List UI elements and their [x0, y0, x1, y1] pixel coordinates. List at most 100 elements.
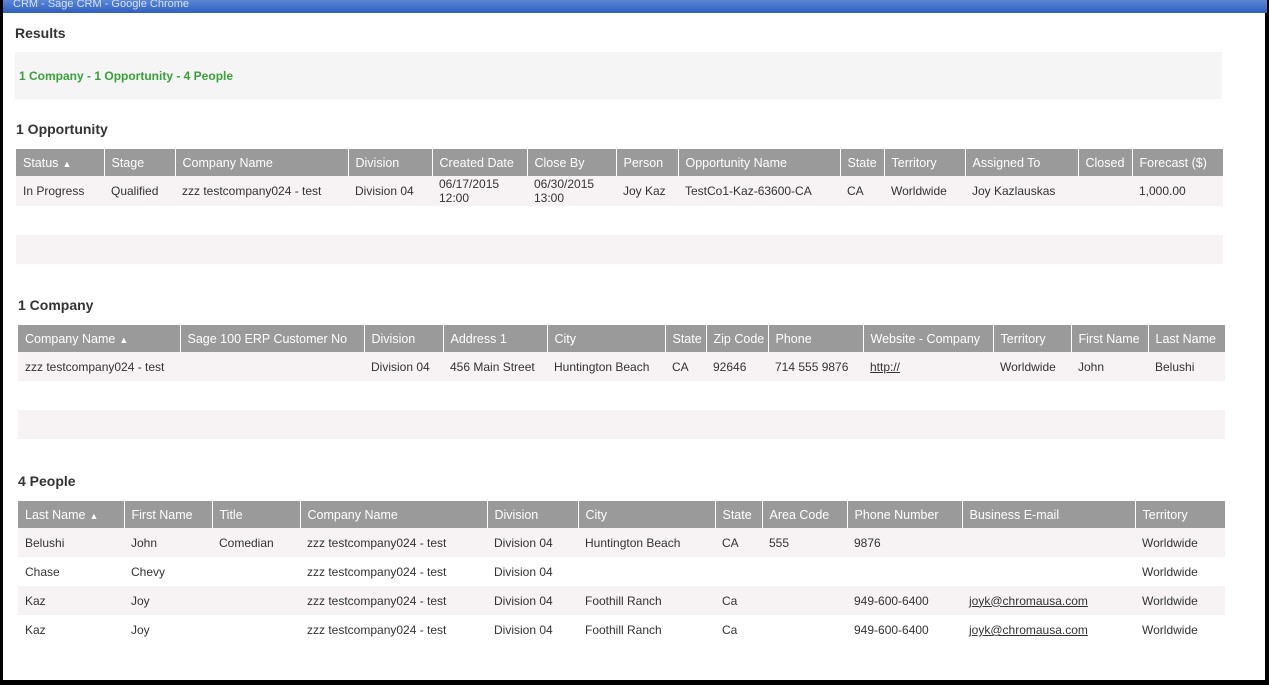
opp-col-division[interactable]: Division — [347, 149, 432, 176]
ppl-last-name-link[interactable]: Kaz — [18, 586, 124, 615]
ppl-state: Ca — [715, 586, 762, 615]
company-section-heading: 1 Company — [18, 297, 94, 313]
opp-territory: Worldwide — [884, 176, 965, 206]
co-name-link[interactable]: zzz testcompany024 - test — [18, 352, 180, 381]
opp-col-opportunity-name[interactable]: Opportunity Name — [677, 149, 840, 176]
sort-ascending-icon: ▲ — [62, 158, 72, 169]
ppl-email-link[interactable] — [962, 557, 1135, 586]
ppl-territory: Worldwide — [1135, 615, 1225, 645]
opp-col-state[interactable]: State — [839, 149, 884, 176]
opp-col-created-date[interactable]: Created Date — [431, 149, 527, 176]
ppl-company-link[interactable]: zzz testcompany024 - test — [300, 615, 487, 645]
ppl-city: Foothill Ranch — [578, 586, 715, 615]
ppl-company-link[interactable]: zzz testcompany024 - test — [300, 586, 487, 615]
opp-company-link[interactable]: zzz testcompany024 - test — [175, 176, 348, 206]
company-header-row: Company Name ▲ Sage 100 ERP Customer No D… — [18, 325, 1225, 352]
opp-col-close-by[interactable]: Close By — [526, 149, 616, 176]
co-col-company-name[interactable]: Company Name ▲ — [18, 325, 180, 352]
results-page: Results 1 Company - 1 Opportunity - 4 Pe… — [3, 13, 1265, 680]
empty-row — [18, 410, 1225, 439]
ppl-division-link[interactable]: Division 04 — [487, 557, 578, 586]
opp-col-status[interactable]: Status ▲ — [16, 149, 104, 176]
ppl-email-link[interactable]: joyk@chromausa.com — [962, 586, 1135, 615]
ppl-title — [212, 557, 300, 586]
opp-assigned-to: Joy Kazlauskas — [965, 176, 1078, 206]
opp-close-by-link[interactable]: 06/30/2015 13:00 — [527, 176, 616, 206]
ppl-col-city[interactable]: City — [577, 501, 715, 528]
ppl-col-division[interactable]: Division — [486, 501, 578, 528]
ppl-territory: Worldwide — [1135, 528, 1225, 557]
ppl-division-link[interactable]: Division 04 — [487, 586, 578, 615]
ppl-company-link[interactable]: zzz testcompany024 - test — [300, 557, 487, 586]
opp-state-link[interactable]: CA — [840, 176, 884, 206]
ppl-col-company-name[interactable]: Company Name — [299, 501, 487, 528]
ppl-phone: 9876 — [847, 528, 962, 557]
ppl-area-code — [762, 586, 847, 615]
opp-stage: Qualified — [104, 176, 175, 206]
co-zip: 92646 — [706, 352, 768, 381]
co-address-link[interactable]: 456 Main Street — [443, 352, 547, 381]
co-col-website[interactable]: Website - Company — [862, 325, 993, 352]
ppl-title — [212, 586, 300, 615]
ppl-territory: Worldwide — [1135, 586, 1225, 615]
ppl-col-business-email[interactable]: Business E-mail — [961, 501, 1135, 528]
opportunity-table: Status ▲ Stage Company Name Division Crea… — [16, 149, 1223, 264]
opp-col-company-name[interactable]: Company Name — [174, 149, 348, 176]
ppl-city — [578, 557, 715, 586]
co-city: Huntington Beach — [547, 352, 665, 381]
ppl-first-name: Joy — [124, 615, 212, 645]
opp-division-link[interactable]: Division 04 — [348, 176, 432, 206]
window-title-bar: CRM - Sage CRM - Google Chrome — [3, 0, 1267, 13]
window-title: CRM - Sage CRM - Google Chrome — [13, 0, 190, 10]
ppl-email-link[interactable] — [962, 528, 1135, 557]
co-col-city[interactable]: City — [546, 325, 665, 352]
ppl-col-state[interactable]: State — [714, 501, 762, 528]
opp-col-person[interactable]: Person — [615, 149, 678, 176]
ppl-last-name-link[interactable]: Belushi — [18, 528, 124, 557]
ppl-email-link[interactable]: joyk@chromausa.com — [962, 615, 1135, 645]
co-col-phone[interactable]: Phone — [767, 325, 863, 352]
opp-col-stage[interactable]: Stage — [103, 149, 175, 176]
opp-closed — [1078, 176, 1132, 206]
co-col-last-name[interactable]: Last Name — [1147, 325, 1225, 352]
ppl-col-area-code[interactable]: Area Code — [761, 501, 847, 528]
opp-name: TestCo1-Kaz-63600-CA — [678, 176, 840, 206]
opp-forecast-link[interactable]: 1,000.00 — [1132, 176, 1223, 206]
co-col-erp-customer-no[interactable]: Sage 100 ERP Customer No — [179, 325, 364, 352]
ppl-last-name-link[interactable]: Kaz — [18, 615, 124, 645]
empty-row — [16, 206, 1223, 235]
ppl-col-last-name[interactable]: Last Name ▲ — [18, 501, 124, 528]
co-territory: Worldwide — [993, 352, 1071, 381]
opp-status-link[interactable]: In Progress — [16, 176, 104, 206]
opp-person-link[interactable]: Joy Kaz — [616, 176, 678, 206]
ppl-company-link[interactable]: zzz testcompany024 - test — [300, 528, 487, 557]
opp-col-forecast[interactable]: Forecast ($) — [1131, 149, 1223, 176]
co-col-first-name[interactable]: First Name — [1070, 325, 1148, 352]
ppl-col-first-name[interactable]: First Name — [123, 501, 212, 528]
co-division-link[interactable]: Division 04 — [364, 352, 443, 381]
co-col-territory[interactable]: Territory — [992, 325, 1071, 352]
co-col-zip[interactable]: Zip Code — [705, 325, 768, 352]
co-col-division[interactable]: Division — [363, 325, 443, 352]
ppl-col-title[interactable]: Title — [211, 501, 300, 528]
ppl-division-link[interactable]: Division 04 — [487, 615, 578, 645]
ppl-city: Huntington Beach — [578, 528, 715, 557]
co-first-name-link[interactable]: John — [1071, 352, 1148, 381]
company-table: Company Name ▲ Sage 100 ERP Customer No D… — [18, 325, 1225, 439]
ppl-last-name-link[interactable]: Chase — [18, 557, 124, 586]
opp-col-assigned-to[interactable]: Assigned To — [964, 149, 1078, 176]
ppl-division-link[interactable]: Division 04 — [487, 528, 578, 557]
ppl-title: Comedian — [212, 528, 300, 557]
opp-col-closed[interactable]: Closed — [1077, 149, 1132, 176]
people-header-row: Last Name ▲ First Name Title Company Name… — [18, 501, 1225, 528]
co-col-address[interactable]: Address 1 — [442, 325, 547, 352]
co-website-link[interactable]: http:// — [863, 352, 993, 381]
co-col-state[interactable]: State — [664, 325, 706, 352]
opp-col-territory[interactable]: Territory — [883, 149, 965, 176]
ppl-col-phone-number[interactable]: Phone Number — [846, 501, 962, 528]
ppl-col-territory[interactable]: Territory — [1134, 501, 1225, 528]
opp-created-date: 06/17/2015 12:00 — [432, 176, 527, 206]
co-last-name-link[interactable]: Belushi — [1148, 352, 1225, 381]
sort-ascending-icon: ▲ — [119, 334, 129, 345]
ppl-area-code — [762, 615, 847, 645]
